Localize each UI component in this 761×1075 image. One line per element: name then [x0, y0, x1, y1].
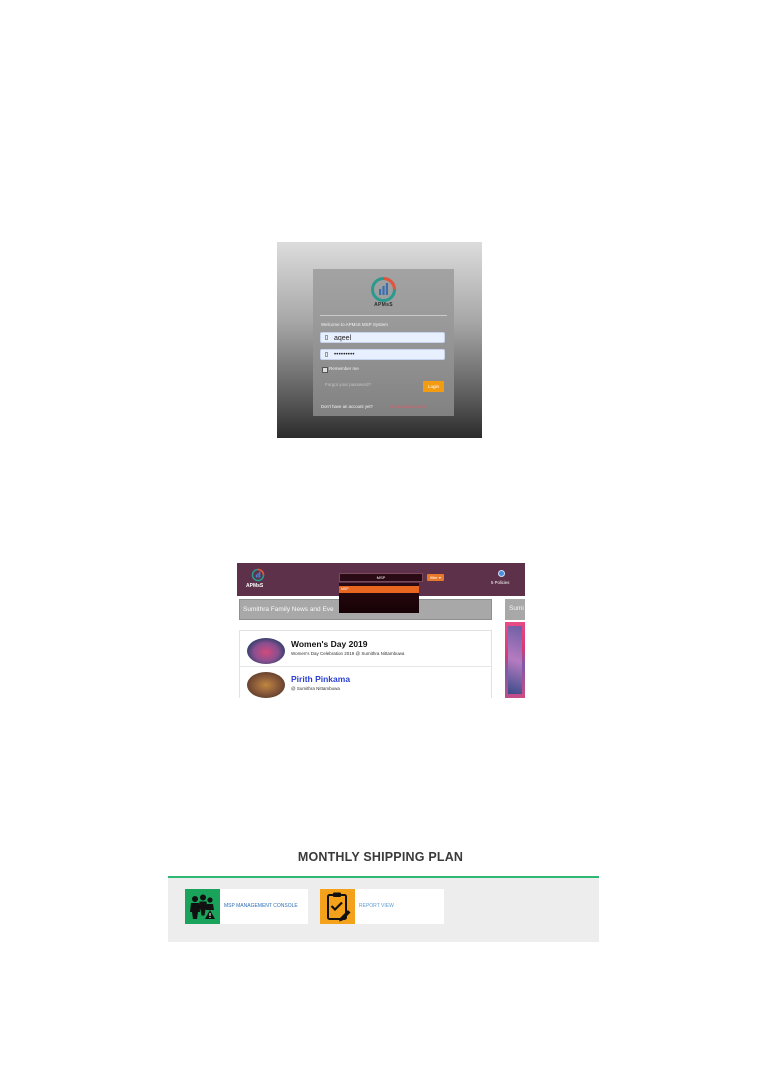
list-item[interactable]: Pirith Pinkama @ Sumithra Nittambuwa	[240, 666, 491, 698]
shipping-plan-panel: MSP MANAGEMENT CONSOLE REPORT VIEW	[168, 878, 599, 942]
remember-checkbox[interactable]	[322, 367, 328, 373]
username-value: aqeel	[334, 334, 352, 342]
logo-text: APMsS	[246, 583, 264, 589]
divider	[320, 315, 447, 316]
news-title[interactable]: Women's Day 2019	[291, 639, 368, 649]
remember-label: Remember me	[329, 366, 359, 371]
tile-label: MSP MANAGEMENT CONSOLE	[224, 903, 298, 909]
forgot-password-link[interactable]: Forgot your password?	[325, 382, 371, 387]
policy-icon[interactable]	[498, 570, 505, 577]
user-icon	[325, 335, 328, 340]
people-alert-icon	[185, 889, 220, 924]
document-page: { "login": { "logo_text": "APMsS", "welc…	[0, 0, 761, 1075]
news-thumbnail	[247, 672, 285, 698]
news-subtitle: @ Sumithra Nittambuwa	[291, 686, 340, 691]
right-panel-header: Sumi	[505, 599, 525, 620]
apmss-logo-icon	[371, 277, 396, 302]
dropdown-item-msp[interactable]: MSP	[339, 586, 419, 593]
lock-icon	[325, 352, 328, 357]
news-title[interactable]: Pirith Pinkama	[291, 674, 350, 684]
login-button[interactable]: Login	[423, 381, 444, 392]
password-value: •••••••••	[334, 351, 355, 358]
policies-label[interactable]: 5 Policies	[491, 580, 509, 585]
report-view-tile[interactable]: REPORT VIEW	[320, 889, 444, 924]
password-field[interactable]: •••••••••	[320, 349, 445, 360]
apmss-logo-icon	[251, 568, 265, 582]
create-account-link[interactable]: Create an account	[390, 404, 425, 409]
login-screenshot: APMsS Welcome to APMsS MSP System aqeel …	[277, 242, 482, 438]
news-panel-title: Sumithra Family News and Eve	[243, 606, 334, 613]
search-dropdown: MSP	[339, 583, 419, 613]
tile-label: REPORT VIEW	[359, 903, 394, 909]
username-field[interactable]: aqeel	[320, 332, 445, 343]
clipboard-check-icon	[320, 889, 355, 924]
news-thumbnail	[247, 638, 285, 664]
dashboard-screenshot: APMsS MSP filter ▾ 5 Policies MSP Sumith…	[237, 563, 525, 698]
right-panel-image-detail	[508, 626, 522, 694]
shipping-plan-title: MONTHLY SHIPPING PLAN	[297, 850, 464, 864]
msp-management-console-tile[interactable]: MSP MANAGEMENT CONSOLE	[185, 889, 308, 924]
news-subtitle: Women's Day Celebration 2019 @ Sumithra …	[291, 651, 405, 656]
no-account-text: Don't have an account yet?	[321, 404, 373, 409]
right-panel-title: Sumi	[509, 605, 524, 612]
logo-text: APMsS	[374, 302, 393, 308]
news-list: Women's Day 2019 Women's Day Celebration…	[239, 630, 492, 698]
search-input[interactable]: MSP	[339, 573, 423, 582]
login-card: APMsS Welcome to APMsS MSP System aqeel …	[313, 269, 454, 416]
list-item[interactable]: Women's Day 2019 Women's Day Celebration…	[240, 631, 491, 667]
filter-button[interactable]: filter ▾	[427, 574, 444, 581]
welcome-text: Welcome to APMsS MSP System	[321, 322, 388, 327]
